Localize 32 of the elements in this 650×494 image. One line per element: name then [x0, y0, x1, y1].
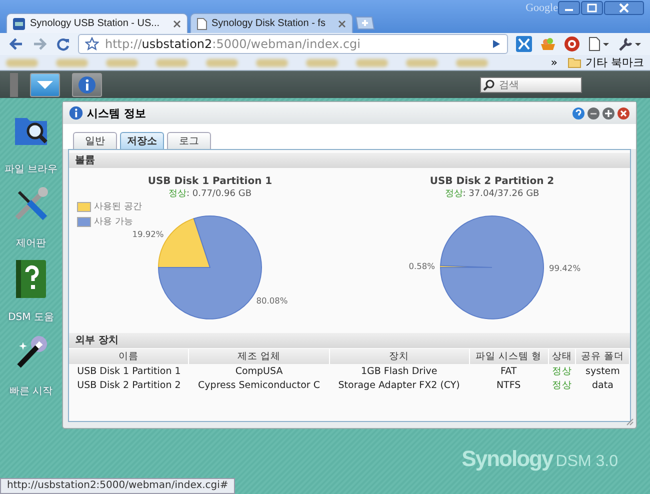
window-title: 시스템 정보 — [87, 106, 147, 120]
percent-label: 80.08% — [256, 296, 288, 306]
table-cell-text: USB Disk 2 Partition 2 — [76, 378, 182, 392]
legend-label: 사용 가능 — [94, 216, 133, 228]
table-cell: USB Disk 1 Partition 1 — [69, 364, 189, 378]
table-cell: 1GB Flash Drive — [329, 364, 470, 378]
percent-label: 19.92% — [132, 228, 164, 239]
status-bar: http://usbstation2:5000/webman/index.cgi# — [0, 478, 236, 494]
volume-usage: 정상: 37.04/37.26 GB — [444, 188, 540, 200]
brand-label: Google — [526, 2, 558, 14]
desktop-icon-label: DSM 도움 — [8, 311, 54, 324]
wallpaper-logo: Synology DSM 3.0 — [462, 446, 618, 472]
desktop-icon-label: 제어판 — [16, 237, 46, 250]
section-header: 외부 장치 — [69, 333, 630, 348]
section-header: 볼륨 — [69, 153, 630, 168]
desktop-icon-label: 빠른 시작 — [9, 385, 53, 398]
table-cell: system — [576, 364, 630, 378]
table-cell: CompUSA — [188, 364, 330, 378]
volume-usage: 정상: 0.77/0.96 GB — [168, 188, 252, 200]
volume-name: USB Disk 2 Partition 2 — [430, 176, 554, 187]
percent-label: 0.58% — [408, 261, 435, 272]
table-cell-text: 정상 — [551, 378, 574, 392]
table-cell: FAT — [469, 364, 548, 378]
desktop-icon-label: 파일 브라우 — [4, 163, 58, 176]
percent-label: 99.42% — [549, 263, 581, 274]
table-cell: 정상 — [548, 364, 576, 378]
table-cell-text: NTFS — [495, 378, 522, 392]
table-cell-text: Cypress Semiconductor C — [197, 378, 321, 392]
table-cell-text: data — [591, 378, 614, 392]
table-cell-text: Storage Adapter FX2 (CY) — [337, 378, 461, 392]
volume-name: USB Disk 1 Partition 1 — [148, 176, 272, 187]
legend-label: 사용된 공간 — [94, 201, 142, 213]
